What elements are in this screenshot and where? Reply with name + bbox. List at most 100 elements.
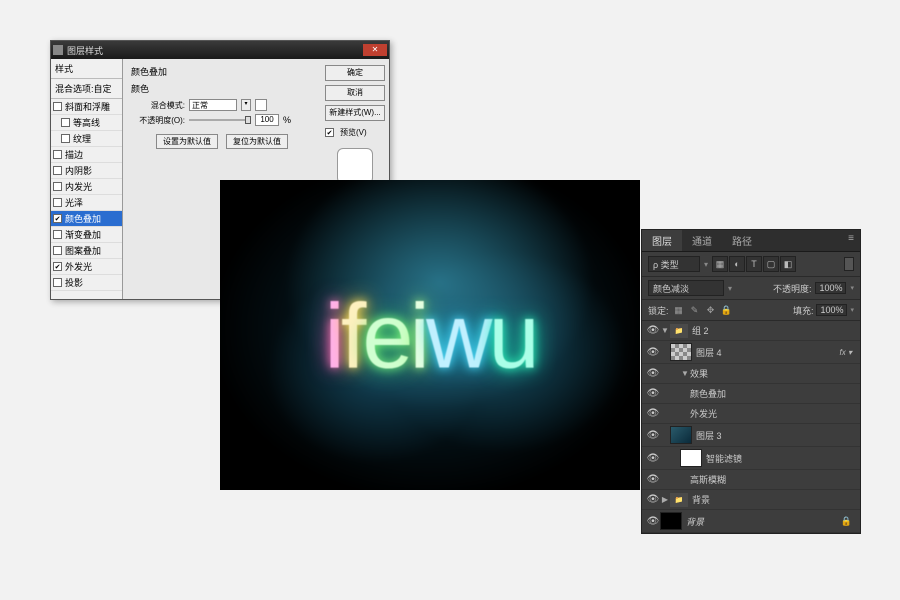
tab-layers[interactable]: 图层 bbox=[642, 230, 682, 251]
style-checkbox[interactable] bbox=[61, 134, 70, 143]
sidebar-header-blend[interactable]: 混合选项:自定 bbox=[51, 79, 122, 99]
lock-icon[interactable]: ✎ bbox=[688, 303, 702, 317]
panel-menu-icon[interactable]: ≡ bbox=[842, 230, 860, 251]
preview-checkbox[interactable] bbox=[325, 128, 334, 137]
style-item-斜面和浮雕[interactable]: 斜面和浮雕 bbox=[51, 99, 122, 115]
reset-default-button[interactable]: 复位为默认值 bbox=[226, 134, 288, 149]
dialog-titlebar[interactable]: 图层样式 ✕ bbox=[51, 41, 389, 59]
layer-name[interactable]: 组 2 bbox=[692, 324, 856, 337]
opacity-input[interactable]: 100 bbox=[255, 114, 279, 126]
chevron-down-icon[interactable]: ▾ bbox=[850, 284, 854, 292]
style-checkbox[interactable] bbox=[53, 262, 62, 271]
filter-icon[interactable]: ▢ bbox=[763, 256, 779, 272]
blend-mode-select[interactable]: 颜色减淡 bbox=[648, 280, 724, 296]
layer-row[interactable]: 👁背景🔒 bbox=[642, 510, 860, 533]
style-item-等高线[interactable]: 等高线 bbox=[51, 115, 122, 131]
style-checkbox[interactable] bbox=[53, 230, 62, 239]
layer-name[interactable]: 背景 bbox=[692, 493, 856, 506]
layer-row[interactable]: 👁 颜色叠加 bbox=[642, 384, 860, 404]
filter-icon[interactable]: ▦ bbox=[712, 256, 728, 272]
style-checkbox[interactable] bbox=[53, 278, 62, 287]
layer-name[interactable]: 图层 3 bbox=[696, 429, 856, 442]
visibility-icon[interactable]: 👁 bbox=[646, 474, 660, 485]
layer-row[interactable]: 👁 图层 3 bbox=[642, 424, 860, 447]
sidebar-header-styles[interactable]: 样式 bbox=[51, 59, 122, 79]
layer-row[interactable]: 👁▶📁背景 bbox=[642, 490, 860, 510]
filter-toggle[interactable] bbox=[844, 257, 854, 271]
layer-name[interactable]: 背景 bbox=[686, 515, 841, 528]
layer-row[interactable]: 👁 智能滤镜 bbox=[642, 447, 860, 470]
expand-arrow-icon[interactable]: ▶ bbox=[660, 495, 670, 504]
visibility-icon[interactable]: 👁 bbox=[646, 347, 660, 358]
layer-row[interactable]: 👁 高斯模糊 bbox=[642, 470, 860, 490]
layer-name[interactable]: 效果 bbox=[690, 367, 856, 380]
style-item-内阴影[interactable]: 内阴影 bbox=[51, 163, 122, 179]
style-item-描边[interactable]: 描边 bbox=[51, 147, 122, 163]
filter-icon[interactable]: ◐ bbox=[729, 256, 745, 272]
layer-row[interactable]: 👁 外发光 bbox=[642, 404, 860, 424]
layer-name[interactable]: 图层 4 bbox=[696, 346, 840, 359]
preview-checkbox-row[interactable]: 预览(V) bbox=[325, 127, 385, 138]
style-item-光泽[interactable]: 光泽 bbox=[51, 195, 122, 211]
layer-row[interactable]: 👁▼📁组 2 bbox=[642, 321, 860, 341]
visibility-icon[interactable]: 👁 bbox=[646, 325, 660, 336]
visibility-icon[interactable]: 👁 bbox=[646, 408, 660, 419]
style-checkbox[interactable] bbox=[53, 150, 62, 159]
style-item-图案叠加[interactable]: 图案叠加 bbox=[51, 243, 122, 259]
style-checkbox[interactable] bbox=[61, 118, 70, 127]
style-item-内发光[interactable]: 内发光 bbox=[51, 179, 122, 195]
expand-arrow-icon[interactable]: ▼ bbox=[660, 326, 670, 335]
style-checkbox[interactable] bbox=[53, 102, 62, 111]
visibility-icon[interactable]: 👁 bbox=[646, 368, 660, 379]
layer-thumbnail[interactable] bbox=[670, 343, 692, 361]
layer-name[interactable]: 外发光 bbox=[690, 407, 856, 420]
chevron-down-icon[interactable]: ▾ bbox=[704, 260, 708, 269]
visibility-icon[interactable]: 👁 bbox=[646, 494, 660, 505]
chevron-down-icon[interactable]: ▾ bbox=[241, 99, 251, 111]
layer-thumbnail[interactable] bbox=[660, 512, 682, 530]
chevron-down-icon[interactable]: ▾ bbox=[728, 284, 732, 293]
opacity-value[interactable]: 100% bbox=[815, 282, 846, 294]
layer-row[interactable]: 👁 ▼效果 bbox=[642, 364, 860, 384]
style-checkbox[interactable] bbox=[53, 198, 62, 207]
expand-arrow-icon[interactable]: ▼ bbox=[680, 369, 690, 378]
layer-name[interactable]: 智能滤镜 bbox=[706, 452, 856, 465]
filter-icon[interactable]: ◧ bbox=[780, 256, 796, 272]
tab-paths[interactable]: 路径 bbox=[722, 230, 762, 251]
style-checkbox[interactable] bbox=[53, 182, 62, 191]
style-item-颜色叠加[interactable]: 颜色叠加 bbox=[51, 211, 122, 227]
style-item-投影[interactable]: 投影 bbox=[51, 275, 122, 291]
fx-badge[interactable]: fx ▾ bbox=[840, 348, 852, 357]
color-swatch[interactable] bbox=[255, 99, 267, 111]
opacity-slider[interactable] bbox=[189, 119, 251, 121]
new-style-button[interactable]: 新建样式(W)... bbox=[325, 105, 385, 121]
cancel-button[interactable]: 取消 bbox=[325, 85, 385, 101]
layer-row[interactable]: 👁 图层 4fx ▾ bbox=[642, 341, 860, 364]
style-checkbox[interactable] bbox=[53, 166, 62, 175]
tab-channels[interactable]: 通道 bbox=[682, 230, 722, 251]
filter-icon[interactable]: T bbox=[746, 256, 762, 272]
style-checkbox[interactable] bbox=[53, 246, 62, 255]
layer-thumbnail[interactable] bbox=[670, 426, 692, 444]
visibility-icon[interactable]: 👁 bbox=[646, 430, 660, 441]
style-checkbox[interactable] bbox=[53, 214, 62, 223]
visibility-icon[interactable]: 👁 bbox=[646, 453, 660, 464]
visibility-icon[interactable]: 👁 bbox=[646, 388, 660, 399]
style-item-外发光[interactable]: 外发光 bbox=[51, 259, 122, 275]
style-item-渐变叠加[interactable]: 渐变叠加 bbox=[51, 227, 122, 243]
layer-thumbnail[interactable] bbox=[680, 449, 702, 467]
set-default-button[interactable]: 设置为默认值 bbox=[156, 134, 218, 149]
visibility-icon[interactable]: 👁 bbox=[646, 516, 660, 527]
layer-kind-select[interactable]: ρ 类型 bbox=[648, 256, 700, 272]
blend-mode-select[interactable]: 正常 bbox=[189, 99, 237, 111]
fill-value[interactable]: 100% bbox=[816, 304, 847, 316]
close-icon[interactable]: ✕ bbox=[363, 44, 387, 56]
chevron-down-icon[interactable]: ▾ bbox=[850, 306, 854, 314]
style-item-纹理[interactable]: 纹理 bbox=[51, 131, 122, 147]
ok-button[interactable]: 确定 bbox=[325, 65, 385, 81]
lock-icon[interactable]: ✥ bbox=[704, 303, 718, 317]
lock-icon[interactable]: ▦ bbox=[672, 303, 686, 317]
layer-name[interactable]: 高斯模糊 bbox=[690, 473, 856, 486]
layer-name[interactable]: 颜色叠加 bbox=[690, 387, 856, 400]
canvas[interactable]: i f e i w u bbox=[220, 180, 640, 490]
